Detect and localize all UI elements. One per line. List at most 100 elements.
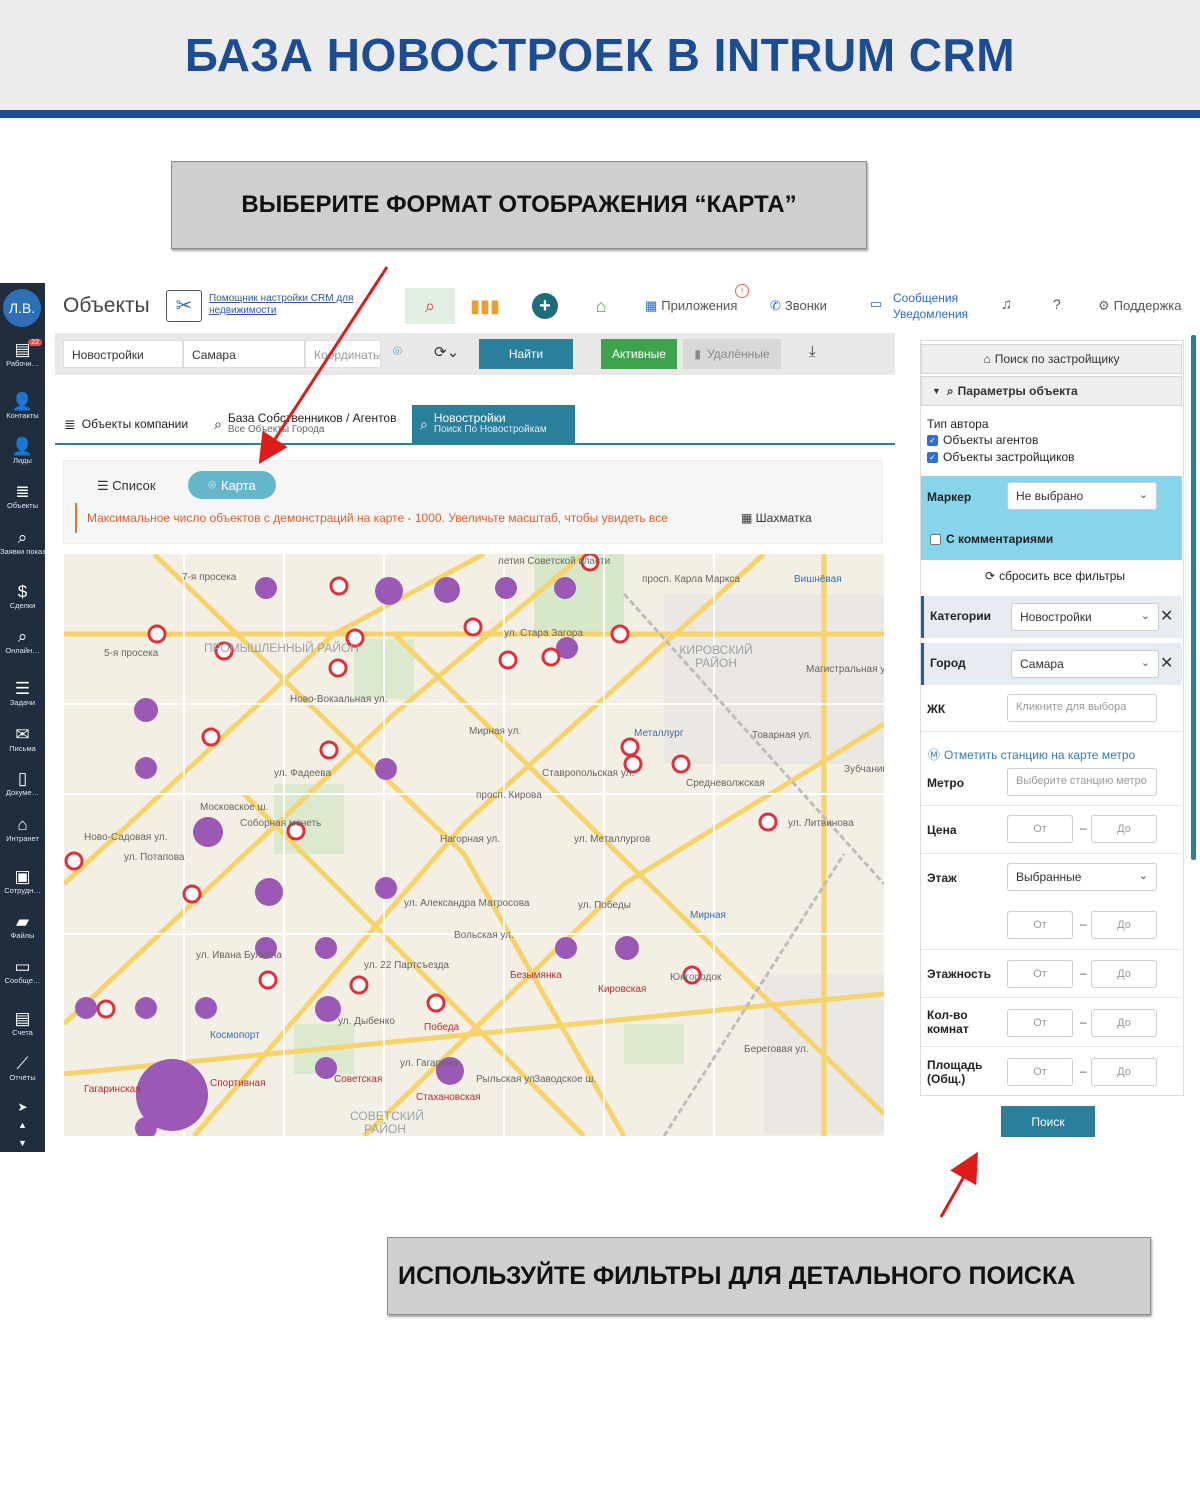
object-pin[interactable] (620, 737, 640, 757)
object-pin[interactable] (258, 970, 278, 990)
scroll-up-icon[interactable]: ▲ (0, 1116, 45, 1134)
floor-select[interactable]: Выбранные ⌄ (1007, 863, 1157, 891)
area-from-input[interactable]: От (1007, 1058, 1073, 1086)
calls-link[interactable]: ✆ Звонки (770, 298, 827, 314)
tab-new-buildings[interactable]: ⌕ Новостройки Поиск По Новостройкам (412, 405, 575, 443)
cluster-marker[interactable] (495, 577, 517, 599)
clear-city-icon[interactable]: ✕ (1160, 653, 1173, 673)
object-pin[interactable] (201, 727, 221, 747)
developer-search-button[interactable]: ⌂ Поиск по застройщику (921, 344, 1182, 374)
object-pin[interactable] (463, 617, 483, 637)
city-field[interactable]: Самара (183, 340, 305, 368)
help-icon[interactable]: ? (1053, 296, 1061, 312)
helper-tools-icon[interactable]: ✂ (166, 290, 202, 322)
sidebar-item-mail[interactable]: ✉ Письма (0, 726, 45, 754)
coords-field[interactable]: Координаты (305, 340, 381, 368)
sidebar-item-requests[interactable]: ⌕ Заявки показы (0, 529, 45, 557)
refresh-icon[interactable]: ⟳⌄ (434, 343, 459, 361)
add-icon[interactable]: + (532, 293, 558, 319)
marker-select[interactable]: Не выбрано ⌄ (1007, 482, 1157, 510)
sidebar-item-dashboard[interactable]: ▤ 22 Рабочи… (0, 339, 45, 368)
sidebar-item-intranet[interactable]: ⌂ Интранет (0, 816, 45, 844)
cluster-marker[interactable] (615, 936, 639, 960)
cluster-marker[interactable] (134, 698, 158, 722)
helper-link[interactable]: Помощник настройки CRM для недвижимости (209, 293, 359, 317)
sidebar-item-documents[interactable]: ▯ Докуме… (0, 770, 45, 798)
object-pin[interactable] (329, 576, 349, 596)
cluster-marker[interactable] (75, 997, 97, 1019)
object-pin[interactable] (64, 851, 84, 871)
developers-checkbox[interactable]: ✓ Объекты застройщиков (927, 450, 1075, 464)
map-view-button[interactable]: ⌾ Карта (188, 471, 276, 499)
support-link[interactable]: ⚙ Поддержка (1098, 298, 1181, 314)
rooms-to-input[interactable]: До (1091, 1009, 1157, 1037)
cluster-marker[interactable] (375, 758, 397, 780)
cluster-marker[interactable] (135, 757, 157, 779)
filter-scrollbar[interactable] (1191, 335, 1196, 860)
agents-checkbox[interactable]: ✓ Объекты агентов (927, 433, 1038, 447)
messages-link[interactable]: Сообщения Уведомления (893, 290, 968, 322)
sidebar-item-leads[interactable]: 👤 Лиды (0, 438, 45, 466)
cluster-marker[interactable] (375, 877, 397, 899)
list-view-button[interactable]: ☰ Список (97, 478, 156, 494)
object-params-toggle[interactable]: ▼ ⌕ Параметры объекта (921, 376, 1182, 406)
object-pin[interactable] (182, 884, 202, 904)
object-pin[interactable] (671, 754, 691, 774)
object-pin[interactable] (498, 650, 518, 670)
floors-from-input[interactable]: От (1007, 960, 1073, 988)
filter-search-button[interactable]: Поиск (1001, 1106, 1095, 1137)
object-pin[interactable] (96, 999, 116, 1019)
find-button[interactable]: Найти (479, 339, 573, 369)
metro-map-link[interactable]: Ⓜ Отметить станцию на карте метро (928, 746, 1135, 763)
checkbox-checked-icon[interactable]: ✓ (927, 452, 938, 464)
sidebar-item-deals[interactable]: $ Сделки (0, 583, 45, 611)
object-pin[interactable] (349, 975, 369, 995)
tab-company-objects[interactable]: ≣ Объекты компании (64, 405, 188, 443)
clear-category-icon[interactable]: ✕ (1160, 606, 1173, 626)
sidebar-collapse[interactable]: ➤ ▲ ▼ (0, 1098, 45, 1152)
category-select[interactable]: Новостройки ⌄ (1011, 603, 1159, 631)
sidebar-item-reports[interactable]: ⟋ Отчёты (0, 1055, 45, 1083)
metro-select[interactable]: Выберите станцию метро (1007, 768, 1157, 796)
cluster-marker[interactable] (315, 937, 337, 959)
checkbox-unchecked-icon[interactable] (930, 534, 941, 546)
cluster-marker[interactable] (375, 577, 403, 605)
sidebar-item-messages[interactable]: ▭ Сообще… (0, 958, 45, 986)
sidebar-item-invoices[interactable]: ▤ Счета (0, 1010, 45, 1038)
scroll-down-icon[interactable]: ▼ (0, 1134, 45, 1152)
team-icon[interactable]: ▮▮▮ (470, 288, 500, 324)
sidebar-item-online[interactable]: ⌕ Онлайн… (0, 628, 45, 656)
object-pin[interactable] (319, 740, 339, 760)
messages-icon-head[interactable]: ▭ (870, 296, 886, 312)
cluster-marker[interactable] (193, 817, 223, 847)
cluster-marker[interactable] (255, 577, 277, 599)
cluster-marker[interactable] (554, 577, 576, 599)
price-to-input[interactable]: До (1091, 815, 1157, 843)
object-pin[interactable] (541, 647, 561, 667)
cluster-marker[interactable] (555, 937, 577, 959)
tab-owners-base[interactable]: ⌕ База Собственников / Агентов Все Объект… (214, 405, 396, 443)
avatar[interactable]: Л.В. (3, 289, 41, 327)
object-pin[interactable] (147, 624, 167, 644)
object-pin[interactable] (426, 993, 446, 1013)
bell-icon[interactable]: ♫ (1001, 296, 1012, 313)
object-pin[interactable] (610, 624, 630, 644)
comments-checkbox[interactable]: С комментариями (930, 532, 1053, 546)
category-field[interactable]: Новостройки (63, 340, 183, 368)
sidebar-item-staff[interactable]: ▣ Сотрудн… (0, 868, 45, 896)
sidebar-item-objects[interactable]: ≣ Объекты (0, 483, 45, 511)
area-to-input[interactable]: До (1091, 1058, 1157, 1086)
sidebar-item-tasks[interactable]: ☰ Задачи (0, 680, 45, 708)
reset-filters-link[interactable]: ⟳ сбросить все фильтры (985, 569, 1125, 583)
cluster-marker[interactable] (135, 997, 157, 1019)
cluster-marker[interactable] (434, 577, 460, 603)
map-pin-icon[interactable]: ⌾ (393, 343, 402, 360)
apps-link[interactable]: ▦ Приложения (645, 298, 737, 314)
sidebar-item-contacts[interactable]: 👤 Контакты (0, 393, 45, 421)
sidebar-item-files[interactable]: ▰ Файлы (0, 913, 45, 941)
complex-select[interactable]: Кликните для выбора (1007, 694, 1157, 722)
floor-to-input[interactable]: До (1091, 911, 1157, 939)
search-icon[interactable]: ⌕ (405, 288, 455, 324)
checkbox-checked-icon[interactable]: ✓ (927, 435, 938, 447)
object-pin[interactable] (328, 658, 348, 678)
